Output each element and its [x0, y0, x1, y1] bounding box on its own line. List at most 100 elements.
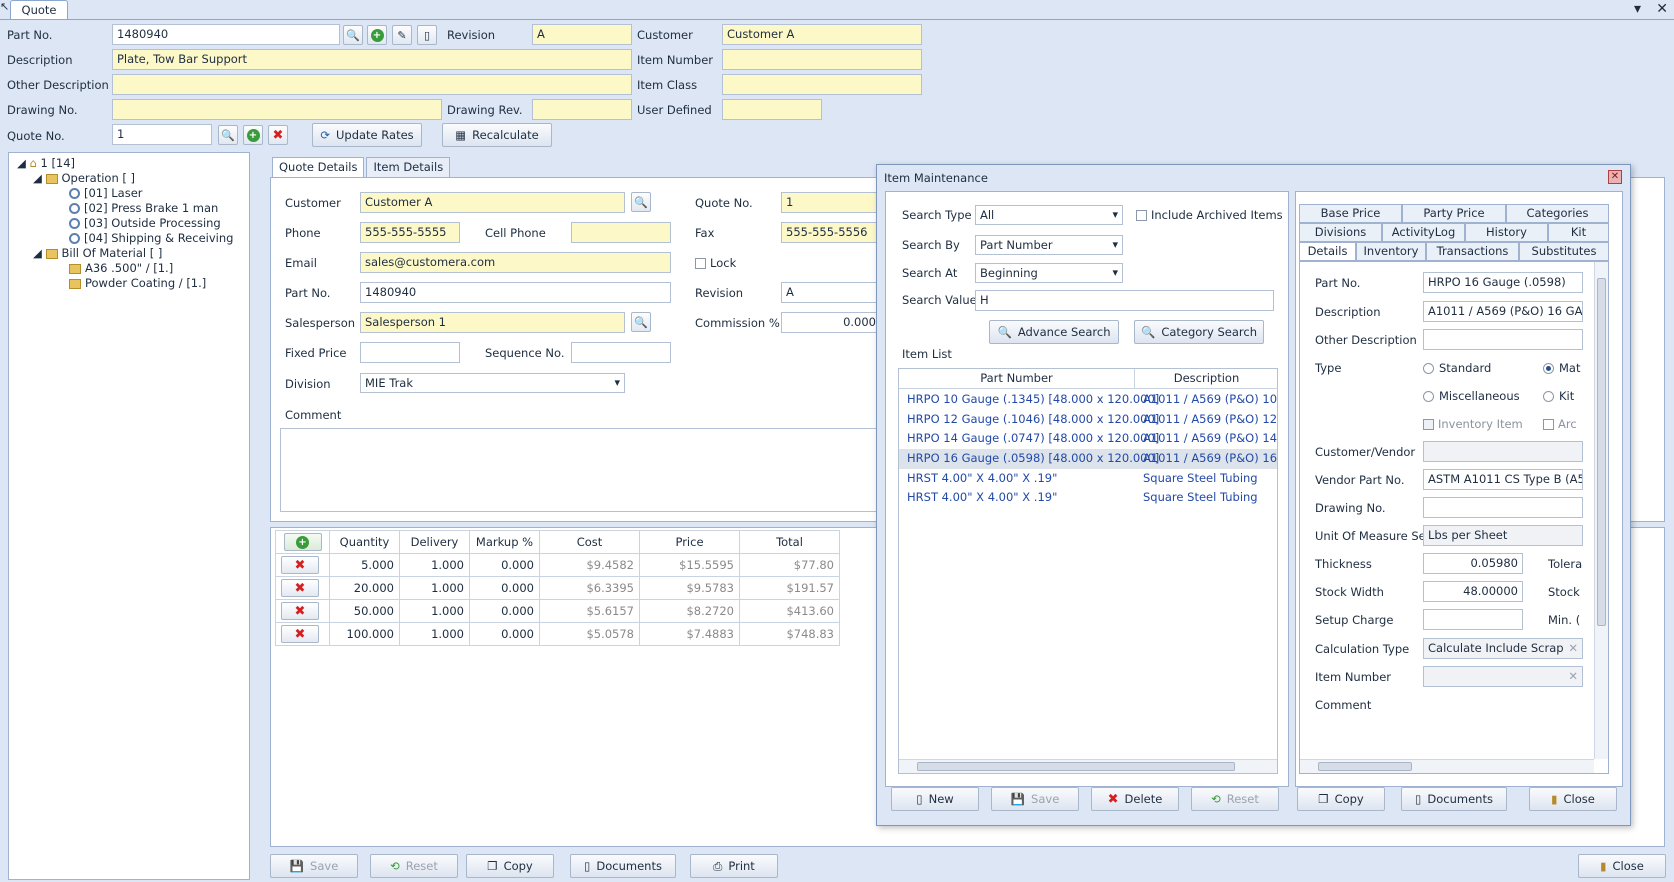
dropdown-icon[interactable]: ▾: [1634, 1, 1641, 17]
list-item[interactable]: HRST 4.00" X 4.00" X .19" Square Steel Tu…: [899, 469, 1277, 489]
drawing-no-field[interactable]: [1423, 497, 1583, 518]
delete-button[interactable]: ✖ Delete: [1091, 787, 1179, 811]
col-delivery[interactable]: Delivery: [399, 530, 470, 554]
quote-add-button[interactable]: +: [243, 125, 263, 145]
type-material-radio[interactable]: Mat: [1543, 360, 1580, 376]
list-item-selected[interactable]: HRPO 16 Gauge (.0598) [48.000 x 120.000]…: [899, 449, 1277, 469]
tab-divisions[interactable]: Divisions: [1299, 223, 1382, 242]
cell-markup[interactable]: 0.000: [469, 622, 540, 646]
save-button[interactable]: 💾 Save: [270, 854, 358, 878]
tree-op-1[interactable]: [01] Laser: [69, 186, 143, 201]
table-row[interactable]: ✖ 50.000 1.000 0.000 $5.6157 $8.2720 $41…: [275, 599, 874, 623]
cell-markup[interactable]: 0.000: [469, 576, 540, 600]
email-field[interactable]: sales@customera.com: [360, 252, 671, 273]
salesperson-search-button[interactable]: 🔍: [631, 312, 651, 332]
other-description-field[interactable]: [1423, 329, 1583, 350]
setup-charge-field[interactable]: [1423, 609, 1523, 630]
list-item[interactable]: HRPO 12 Gauge (.1046) [48.000 x 120.000]…: [899, 410, 1277, 430]
cell-quantity[interactable]: 100.000: [329, 622, 400, 646]
commission-field[interactable]: 0.000: [781, 312, 881, 333]
item-list-hscroll[interactable]: [899, 759, 1277, 773]
new-button[interactable]: ▯ New: [891, 787, 979, 811]
search-by-select[interactable]: Part Number: [975, 235, 1123, 255]
customer-field[interactable]: Customer A: [360, 192, 625, 213]
row-delete-button[interactable]: ✖: [281, 556, 319, 574]
calculation-type-field[interactable]: Calculate Include Scrap ✕: [1423, 638, 1583, 659]
stock-width-field[interactable]: 48.00000: [1423, 581, 1523, 602]
col-description[interactable]: Description: [1135, 369, 1278, 389]
edit-button[interactable]: ✎: [392, 25, 412, 45]
item-class-field[interactable]: [722, 74, 922, 95]
advance-search-button[interactable]: 🔍 Advance Search: [989, 320, 1119, 344]
phone-field[interactable]: 555-555-5555: [360, 222, 460, 243]
vscroll-thumb[interactable]: [1597, 278, 1606, 626]
include-archived-checkbox[interactable]: Include Archived Items: [1136, 207, 1283, 223]
tab-substitutes[interactable]: Substitutes: [1519, 242, 1609, 261]
part-no-field[interactable]: 1480940: [112, 24, 340, 45]
quote-no-field[interactable]: 1: [112, 124, 212, 145]
tab-kit[interactable]: Kit: [1548, 223, 1609, 242]
tree-operation[interactable]: ◢ Operation [ ]: [33, 171, 135, 186]
tab-inventory[interactable]: Inventory: [1356, 242, 1426, 261]
category-search-button[interactable]: 🔍 Category Search: [1134, 320, 1264, 344]
update-rates-button[interactable]: ⟳ Update Rates: [312, 123, 422, 147]
dialog-save-button[interactable]: 💾 Save: [991, 787, 1079, 811]
archived-checkbox[interactable]: Arc: [1543, 416, 1577, 432]
dialog-reset-button[interactable]: ⟲ Reset: [1191, 787, 1279, 811]
tree-root[interactable]: ◢ ⌂ 1 [14]: [17, 156, 75, 171]
details-vscroll[interactable]: [1594, 262, 1608, 759]
drawing-rev-field[interactable]: [532, 99, 632, 120]
division-select[interactable]: MIE Trak: [360, 373, 625, 393]
customer-search-button[interactable]: 🔍: [631, 192, 651, 212]
customer-field[interactable]: Customer A: [722, 24, 922, 45]
cell-phone-field[interactable]: [571, 222, 671, 243]
hscroll-thumb[interactable]: [1318, 762, 1412, 771]
clear-icon[interactable]: ✕: [1568, 667, 1578, 686]
clear-icon[interactable]: ✕: [1568, 639, 1578, 658]
col-markup[interactable]: Markup %: [469, 530, 540, 554]
item-number-field[interactable]: [722, 49, 922, 70]
tab-activity-log[interactable]: ActivityLog: [1382, 223, 1465, 242]
revision-field[interactable]: A: [532, 24, 632, 45]
tree-bom-2[interactable]: Powder Coating / [1.]: [69, 276, 206, 291]
dialog-copy-button[interactable]: ❐ Copy: [1297, 787, 1385, 811]
recalculate-button[interactable]: ▦ Recalculate: [442, 123, 552, 147]
cell-delivery[interactable]: 1.000: [399, 576, 470, 600]
customer-vendor-field[interactable]: [1423, 441, 1583, 462]
cell-delivery[interactable]: 1.000: [399, 622, 470, 646]
col-price[interactable]: Price: [639, 530, 740, 554]
inventory-item-checkbox[interactable]: Inventory Item: [1423, 416, 1523, 432]
thickness-field[interactable]: 0.05980: [1423, 553, 1523, 574]
part-no-field[interactable]: 1480940: [360, 282, 671, 303]
revision-field[interactable]: A: [781, 282, 881, 303]
fax-field[interactable]: 555-555-5556: [781, 222, 881, 243]
hscroll-thumb[interactable]: [917, 762, 1235, 771]
sequence-no-field[interactable]: [571, 342, 671, 363]
cell-quantity[interactable]: 20.000: [329, 576, 400, 600]
type-standard-radio[interactable]: Standard: [1423, 360, 1491, 376]
table-row[interactable]: ✖ 100.000 1.000 0.000 $5.0578 $7.4883 $7…: [275, 622, 874, 646]
tree-op-2[interactable]: [02] Press Brake 1 man: [69, 201, 218, 216]
tree-bom-1[interactable]: A36 .500" / [1.]: [69, 261, 173, 276]
uom-set-field[interactable]: Lbs per Sheet: [1423, 525, 1583, 546]
row-delete-button[interactable]: ✖: [281, 579, 319, 597]
add-quantity-button[interactable]: +: [283, 533, 322, 551]
search-button[interactable]: 🔍: [343, 25, 363, 45]
close-button[interactable]: ▮ Close: [1578, 854, 1666, 878]
vendor-part-field[interactable]: ASTM A1011 CS Type B (A569: [1423, 469, 1583, 490]
item-number-field[interactable]: ✕: [1423, 666, 1583, 687]
tree-op-4[interactable]: [04] Shipping & Receiving: [69, 231, 233, 246]
search-value-input[interactable]: H: [975, 290, 1274, 311]
close-icon[interactable]: ✕: [1656, 1, 1668, 17]
col-cost[interactable]: Cost: [539, 530, 640, 554]
tree-op-3[interactable]: [03] Outside Processing: [69, 216, 221, 231]
row-delete-button[interactable]: ✖: [281, 625, 319, 643]
table-row[interactable]: ✖ 20.000 1.000 0.000 $6.3395 $9.5783 $19…: [275, 576, 874, 600]
search-at-select[interactable]: Beginning: [975, 263, 1123, 283]
details-hscroll[interactable]: [1300, 759, 1594, 773]
copy-button[interactable]: ❐ Copy: [466, 854, 554, 878]
tab-item-details[interactable]: Item Details: [366, 157, 451, 177]
part-no-field[interactable]: HRPO 16 Gauge (.0598): [1423, 272, 1583, 293]
type-kit-radio[interactable]: Kit: [1543, 388, 1574, 404]
cell-markup[interactable]: 0.000: [469, 599, 540, 623]
